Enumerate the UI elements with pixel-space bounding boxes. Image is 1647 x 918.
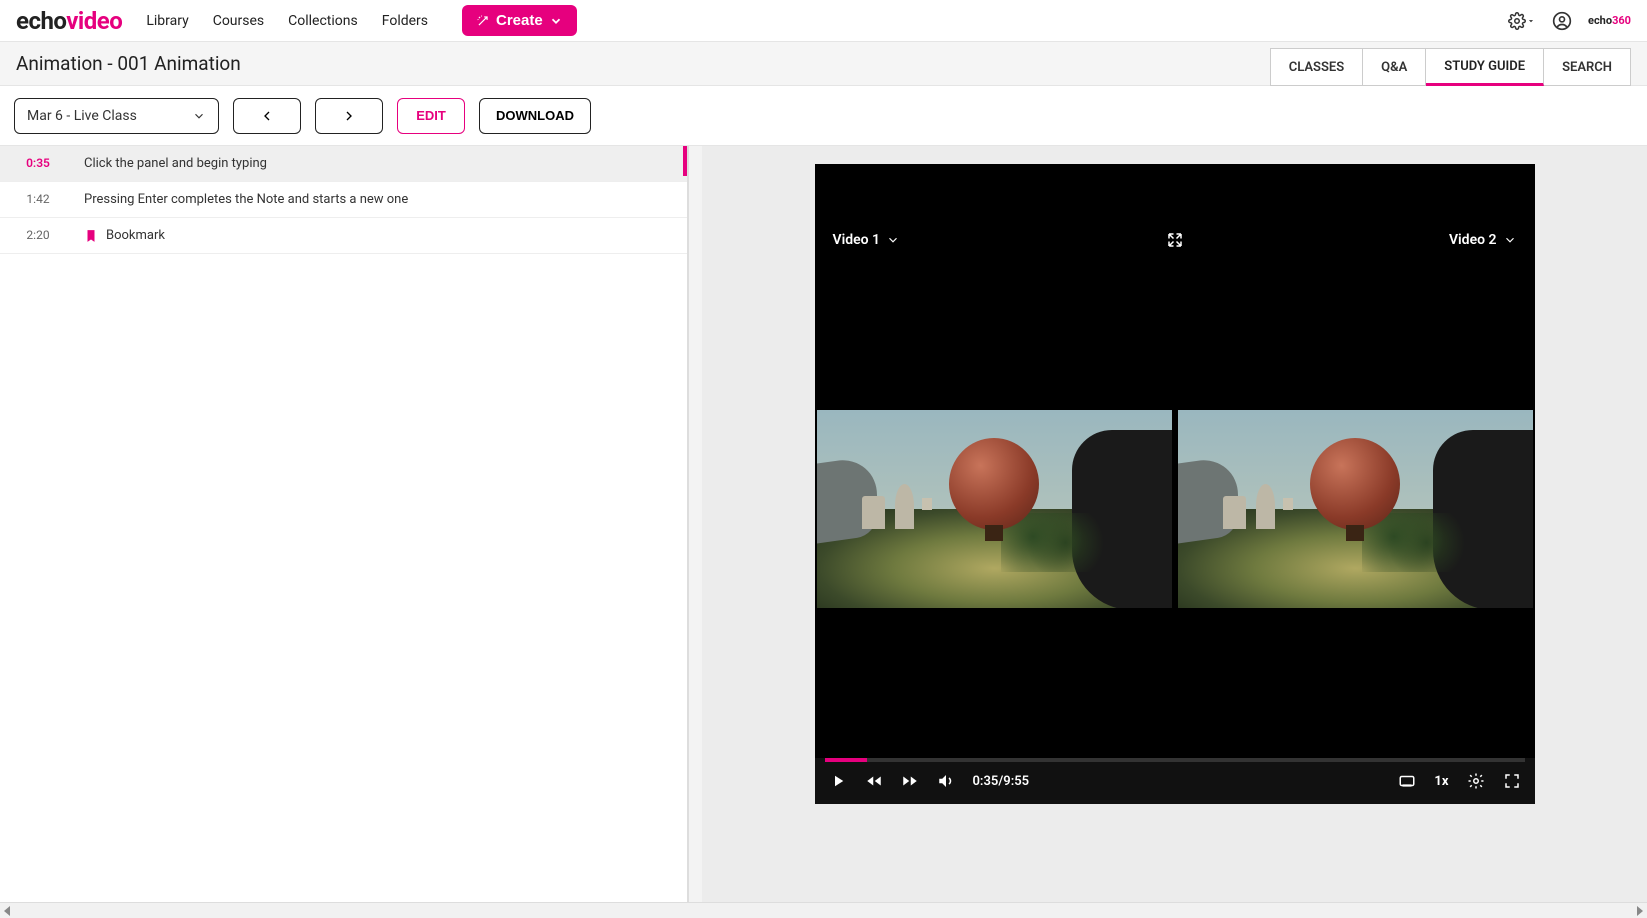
wand-icon [476,14,490,28]
playback-speed[interactable]: 1x [1434,774,1448,789]
player-top-pad [815,164,1535,220]
video2-selector[interactable]: Video 2 [1449,232,1517,248]
class-selector-label: Mar 6 - Live Class [27,108,137,124]
tab-study-guide[interactable]: STUDY GUIDE [1426,48,1544,86]
note-timestamp[interactable]: 1:42 [0,188,76,206]
caret-down-icon [1526,16,1536,26]
page-title: Animation - 001 Animation [16,52,241,75]
video-frame-1[interactable] [817,410,1172,608]
progress-bar[interactable] [825,758,1525,762]
player-controls: 0:35/9:55 1x [815,758,1535,804]
main-split: 0:35 Click the panel and begin typing 1:… [0,146,1647,902]
forward-button[interactable] [901,772,919,790]
page-header: Animation - 001 Animation CLASSES Q&A ST… [0,42,1647,86]
video-labels-row: Video 1 Video 2 [815,220,1535,260]
chevron-down-icon [549,14,563,28]
tab-classes[interactable]: CLASSES [1270,48,1363,86]
prev-class-button[interactable] [233,98,301,134]
note-row[interactable]: 1:42 Pressing Enter completes the Note a… [0,182,687,218]
user-circle-icon [1552,11,1572,31]
rewind-button[interactable] [865,772,883,790]
settings-button[interactable] [1508,12,1536,30]
active-note-marker [683,146,687,176]
horizontal-scrollbar[interactable] [0,902,1647,918]
brand-part1: echo [16,7,66,35]
video-player: Video 1 Video 2 [815,164,1535,804]
note-timestamp[interactable]: 0:35 [0,152,76,170]
note-text[interactable]: Click the panel and begin typing [76,152,687,175]
time-total: 9:55 [1003,774,1029,789]
chevron-left-icon [259,108,275,124]
top-nav: echovideo Library Courses Collections Fo… [0,0,1647,42]
nav-folders[interactable]: Folders [382,13,428,29]
notes-scrollbar[interactable] [688,146,702,902]
captions-icon [1398,772,1416,790]
gear-icon [1508,12,1526,30]
volume-icon [937,772,955,790]
next-class-button[interactable] [315,98,383,134]
play-icon [829,772,847,790]
fullscreen-button[interactable] [1503,772,1521,790]
video2-label: Video 2 [1449,232,1497,248]
fullscreen-icon [1503,772,1521,790]
tiny-brand[interactable]: echo360 [1588,14,1631,27]
video-thumbnail [817,410,1172,608]
note-row[interactable]: 2:20 Bookmark [0,218,687,254]
nav-library[interactable]: Library [146,13,188,29]
chevron-down-icon [1503,233,1517,247]
chevron-right-icon [341,108,357,124]
player-settings-button[interactable] [1467,772,1485,790]
time-display: 0:35/9:55 [973,774,1030,789]
note-timestamp[interactable]: 2:20 [0,224,76,242]
nav-collections[interactable]: Collections [288,13,358,29]
player-region: Video 1 Video 2 [702,146,1647,902]
bookmark-icon [84,229,98,243]
class-selector[interactable]: Mar 6 - Live Class [14,98,219,134]
gear-icon [1467,772,1485,790]
volume-button[interactable] [937,772,955,790]
video-frame-2[interactable] [1178,410,1533,608]
topnav-right: echo360 [1508,11,1631,31]
notes-panel: 0:35 Click the panel and begin typing 1:… [0,146,688,902]
chevron-down-icon [886,233,900,247]
edit-button[interactable]: EDIT [397,98,465,134]
video1-selector[interactable]: Video 1 [833,232,901,248]
tab-search[interactable]: SEARCH [1544,48,1631,86]
video1-label: Video 1 [833,232,881,248]
swap-sources-button[interactable] [1166,231,1184,249]
toolbar: Mar 6 - Live Class EDIT DOWNLOAD [0,86,1647,146]
note-text: Bookmark [106,228,165,243]
progress-fill [825,758,867,762]
tabs: CLASSES Q&A STUDY GUIDE SEARCH [1270,42,1631,85]
play-button[interactable] [829,772,847,790]
create-label: Create [496,12,543,29]
note-body[interactable]: Bookmark [76,224,687,247]
captions-button[interactable] [1398,772,1416,790]
note-text[interactable]: Pressing Enter completes the Note and st… [76,188,687,211]
video-thumbnail [1178,410,1533,608]
nav-courses[interactable]: Courses [213,13,264,29]
fast-forward-icon [901,772,919,790]
account-button[interactable] [1552,11,1572,31]
controls-right: 1x [1398,772,1520,790]
create-button[interactable]: Create [462,5,577,36]
brand-part2: video [66,7,122,35]
note-row[interactable]: 0:35 Click the panel and begin typing [0,146,687,182]
brand-logo[interactable]: echovideo [16,7,122,35]
video-area [815,260,1535,758]
chevron-down-icon [192,109,206,123]
notes-list[interactable]: 0:35 Click the panel and begin typing 1:… [0,146,687,902]
nav-links: Library Courses Collections Folders Crea… [146,5,576,36]
time-current: 0:35 [973,774,999,789]
rewind-icon [865,772,883,790]
download-button[interactable]: DOWNLOAD [479,98,591,134]
arrows-expand-icon [1166,231,1184,249]
tab-qa[interactable]: Q&A [1363,48,1426,86]
